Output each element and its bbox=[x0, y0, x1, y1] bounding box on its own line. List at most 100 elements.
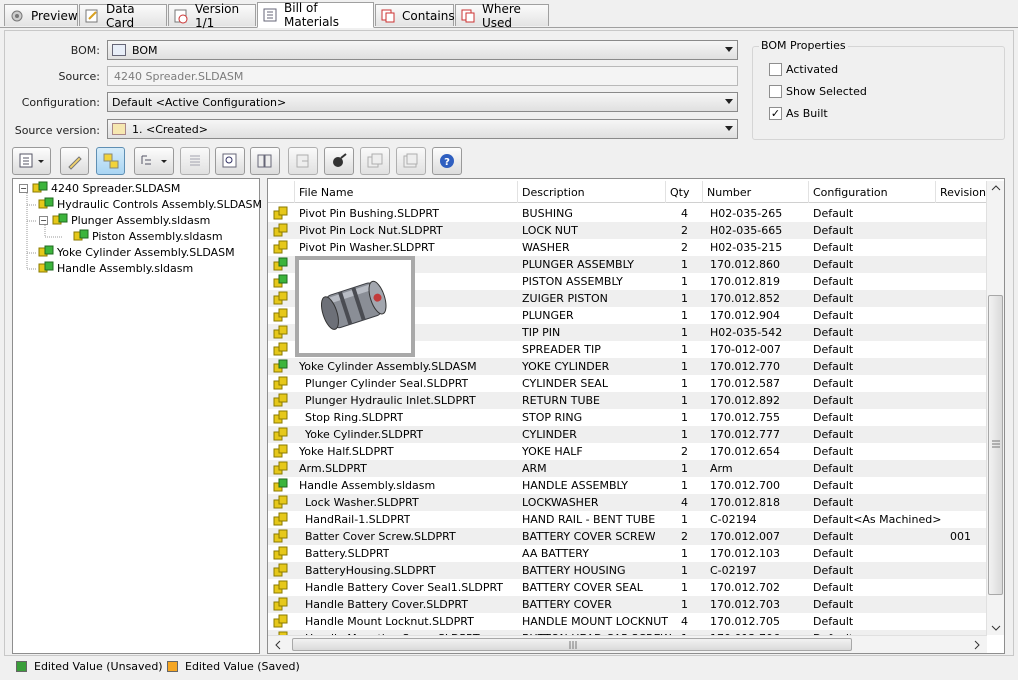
table-row[interactable]: Pivot Pin Washer.SLDPRT WASHER 2 H02-035-21… bbox=[268, 239, 986, 256]
cell-cfg: Default bbox=[813, 241, 854, 254]
cell-cfg: Default bbox=[813, 598, 854, 611]
table-row[interactable]: Pivot Pin Lock Nut.SLDPRT LOCK NUT 2 H02-03… bbox=[268, 222, 986, 239]
bom-grid[interactable]: File Name Description Qty Number Configu… bbox=[267, 178, 1005, 654]
list-button[interactable] bbox=[180, 147, 210, 175]
tree-node[interactable]: Yoke Cylinder Assembly.SLDASM bbox=[38, 245, 235, 259]
table-row[interactable]: Handle Assembly.sldasm HANDLE ASSEMBLY 1 17… bbox=[268, 477, 986, 494]
list-icon bbox=[190, 155, 200, 166]
cell-qty: 2 bbox=[681, 224, 688, 237]
tree-node[interactable]: Handle Assembly.sldasm bbox=[38, 261, 193, 275]
cell-qty: 1 bbox=[681, 547, 688, 560]
scroll-down-icon[interactable] bbox=[991, 624, 1001, 632]
export-button[interactable] bbox=[288, 147, 318, 175]
table-row[interactable]: Plunger Hydraulic Inlet.SLDPRT RETURN TUB… bbox=[268, 392, 986, 409]
tree-node[interactable]: − 4240 Spreader.SLDASM bbox=[19, 181, 180, 195]
column-header-description[interactable]: Description bbox=[518, 181, 666, 203]
highlight-button[interactable] bbox=[96, 147, 125, 175]
tab-where-used[interactable]: Where Used bbox=[455, 2, 549, 30]
help-button[interactable]: ? bbox=[432, 147, 462, 175]
tree-node[interactable]: Piston Assembly.sldasm bbox=[73, 229, 223, 243]
edit-button[interactable] bbox=[60, 147, 89, 175]
as-built-checkbox[interactable]: ✓ As Built bbox=[769, 107, 828, 120]
column-header-configuration[interactable]: Configuration bbox=[809, 181, 936, 203]
columns-button[interactable] bbox=[250, 147, 280, 175]
show-selected-checkbox[interactable]: Show Selected bbox=[769, 85, 867, 98]
table-row[interactable]: Plunger Cylinder Seal.SLDPRT CYLINDER SEA… bbox=[268, 375, 986, 392]
cell-num: C-02197 bbox=[710, 564, 757, 577]
table-row[interactable]: Handle Battery Cover Seal1.SLDPRT BATTERY… bbox=[268, 579, 986, 596]
activated-checkbox[interactable]: Activated bbox=[769, 63, 838, 76]
collapse-icon[interactable]: − bbox=[39, 215, 48, 225]
table-row[interactable]: Arm.SLDPRT ARM 1 Arm Default bbox=[268, 460, 986, 477]
table-row[interactable]: Yoke Cylinder.SLDPRT CYLINDER 1 170.012.777… bbox=[268, 426, 986, 443]
assembly-tree[interactable]: − 4240 Spreader.SLDASM Hydraulic Control… bbox=[12, 178, 262, 654]
table-row[interactable]: Lock Washer.SLDPRT LOCKWASHER 4 170.012.818… bbox=[268, 494, 986, 511]
scroll-up-icon[interactable] bbox=[991, 184, 1001, 192]
tree-view-dropdown-button[interactable] bbox=[134, 147, 174, 175]
highlight-icon bbox=[103, 153, 118, 169]
table-row[interactable]: Batter Cover Screw.SLDPRT BATTERY COVER S… bbox=[268, 528, 986, 545]
activated-label: Activated bbox=[786, 63, 839, 76]
configuration-select[interactable]: Default <Active Configuration> bbox=[107, 92, 738, 112]
cell-cfg: Default bbox=[813, 615, 854, 628]
cell-cfg: Default bbox=[813, 292, 854, 305]
bom-select[interactable]: BOM bbox=[107, 40, 738, 60]
table-row[interactable]: Yoke Half.SLDPRT YOKE HALF 2 170.012.654 Def… bbox=[268, 443, 986, 460]
horizontal-scrollbar[interactable] bbox=[268, 635, 987, 653]
tab-contains[interactable]: Contains bbox=[375, 4, 455, 26]
table-row[interactable]: Handle Battery Cover.SLDPRT BATTERY COVER… bbox=[268, 596, 986, 613]
part-icon bbox=[273, 597, 289, 612]
cell-num: H02-035-215 bbox=[710, 241, 783, 254]
table-row[interactable]: Stop Ring.SLDPRT STOP RING 1 170.012.755 Def… bbox=[268, 409, 986, 426]
source-version-select[interactable]: 1. <Created> bbox=[107, 119, 738, 139]
collapse-icon[interactable]: − bbox=[19, 183, 28, 193]
vertical-scroll-thumb[interactable] bbox=[988, 295, 1003, 595]
horizontal-scroll-thumb[interactable] bbox=[292, 638, 852, 651]
column-header-number[interactable]: Number bbox=[703, 181, 809, 203]
cell-num: 170.012.892 bbox=[710, 394, 780, 407]
cell-num: H02-035-265 bbox=[710, 207, 783, 220]
scroll-left-icon[interactable] bbox=[274, 640, 282, 650]
bom-type-dropdown-button[interactable] bbox=[12, 147, 51, 175]
cell-num: 170.012.700 bbox=[710, 479, 780, 492]
icon-column-header[interactable] bbox=[268, 181, 295, 203]
tab-version[interactable]: Version 1/1 bbox=[168, 2, 256, 30]
assembly-icon bbox=[73, 229, 89, 243]
tab-preview[interactable]: Preview bbox=[4, 4, 78, 26]
copy-button[interactable] bbox=[360, 147, 390, 175]
part-icon bbox=[273, 240, 289, 255]
cell-desc: BUSHING bbox=[522, 207, 573, 220]
find-button[interactable] bbox=[215, 147, 245, 175]
cell-num: 170.012.007 bbox=[710, 530, 780, 543]
column-header-qty[interactable]: Qty bbox=[666, 181, 703, 203]
cell-cfg: Default bbox=[813, 547, 854, 560]
source-field: 4240 Spreader.SLDASM bbox=[107, 66, 738, 86]
cell-desc: YOKE CYLINDER bbox=[522, 360, 610, 373]
vertical-scrollbar[interactable] bbox=[986, 181, 1004, 635]
assembly-icon bbox=[273, 257, 289, 272]
cell-cfg: Default bbox=[813, 411, 854, 424]
table-row[interactable]: Pivot Pin Bushing.SLDPRT BUSHING 4 H02-035-… bbox=[268, 205, 986, 222]
table-row[interactable]: BatteryHousing.SLDPRT BATTERY HOUSING 1 C-0… bbox=[268, 562, 986, 579]
table-row[interactable]: Battery.SLDPRT AA BATTERY 1 170.012.103 Defa… bbox=[268, 545, 986, 562]
tab-data-card[interactable]: Data Card bbox=[79, 2, 167, 30]
table-row[interactable]: Handle Mount Locknut.SLDPRT HANDLE MOUNT … bbox=[268, 613, 986, 630]
tab-label: Contains bbox=[402, 8, 455, 23]
cell-cfg: Default bbox=[813, 224, 854, 237]
table-row[interactable]: HandRail-1.SLDPRT HAND RAIL - BENT TUBE 1 C… bbox=[268, 511, 986, 528]
save-button[interactable] bbox=[396, 147, 426, 175]
tree-node[interactable]: − Plunger Assembly.sldasm bbox=[39, 213, 210, 227]
column-header-file-name[interactable]: File Name bbox=[295, 181, 518, 203]
table-row[interactable]: Yoke Cylinder Assembly.SLDASM YOKE CYLIND… bbox=[268, 358, 986, 375]
tree-node-label: Yoke Cylinder Assembly.SLDASM bbox=[57, 245, 235, 259]
refresh-button[interactable] bbox=[324, 147, 354, 175]
bom-select-value: BOM bbox=[132, 43, 158, 57]
cell-cfg: Default bbox=[813, 258, 854, 271]
tab-bill-of-materials[interactable]: Bill of Materials bbox=[257, 1, 374, 29]
tree-node[interactable]: Hydraulic Controls Assembly.SLDASM bbox=[38, 197, 262, 211]
cell-desc: RETURN TUBE bbox=[522, 394, 600, 407]
cell-desc: ZUIGER PISTON bbox=[522, 292, 608, 305]
scroll-right-icon[interactable] bbox=[973, 640, 981, 650]
cell-rev: 001 bbox=[950, 530, 971, 543]
cell-desc: HANDLE MOUNT LOCKNUT bbox=[522, 615, 669, 628]
